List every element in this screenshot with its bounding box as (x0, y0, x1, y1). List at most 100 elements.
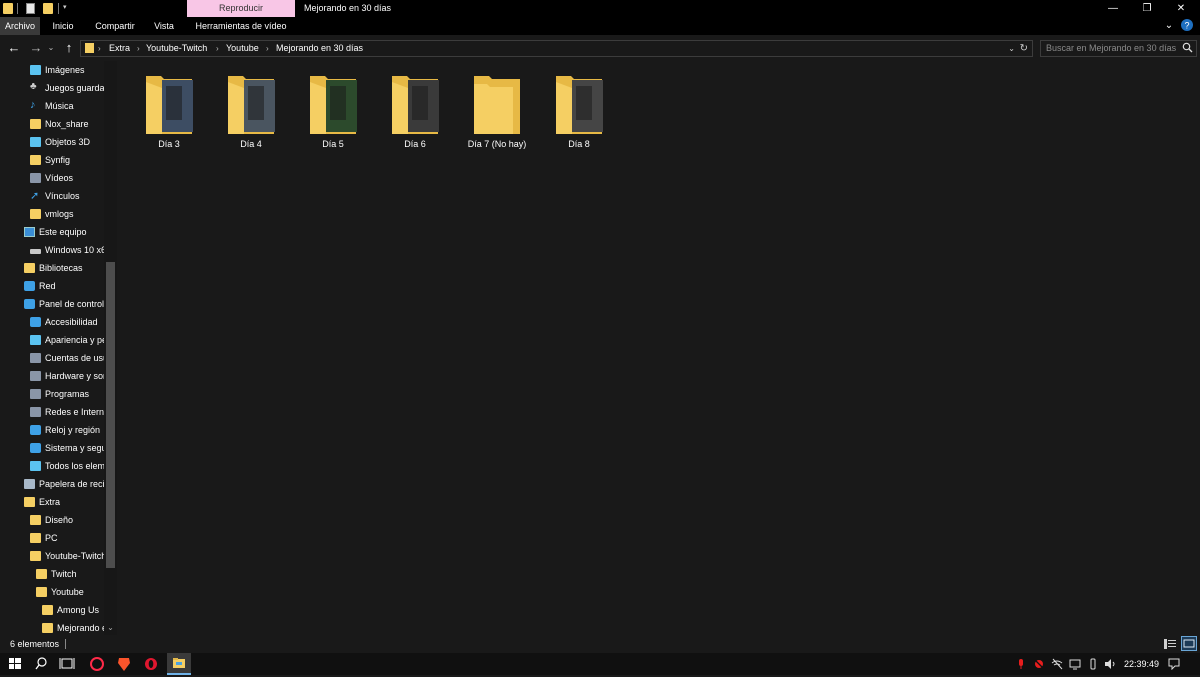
help-icon[interactable]: ? (1180, 18, 1194, 34)
nav-item[interactable]: Reloj y región (0, 421, 104, 439)
tab-herramientas-de-video[interactable]: Herramientas de vídeo (190, 17, 292, 35)
nav-item[interactable]: Papelera de reciclaje (0, 475, 104, 493)
breadcrumb-mejorando[interactable]: Mejorando en 30 días (276, 41, 363, 56)
toolbar-divider (58, 3, 59, 14)
webcam-icon[interactable] (1033, 658, 1045, 670)
folder-item[interactable]: Día 8 (540, 73, 618, 155)
hardware-sound-icon (30, 371, 41, 381)
nav-item[interactable]: Youtube-Twitch (0, 547, 104, 565)
properties-icon[interactable] (26, 3, 35, 14)
saved-games-icon: ♣ (30, 81, 37, 92)
folder-icon (392, 76, 439, 134)
nav-item[interactable]: Programas (0, 385, 104, 403)
nav-item[interactable]: Cuentas de usuario (0, 349, 104, 367)
nav-item[interactable]: Accesibilidad (0, 313, 104, 331)
breadcrumb-youtube[interactable]: Youtube (226, 41, 259, 56)
breadcrumb-youtube-twitch[interactable]: Youtube-Twitch (146, 41, 207, 56)
nav-item-label: Synfig (45, 155, 71, 165)
nav-item[interactable]: Windows 10 x64 (0, 241, 104, 259)
nav-item[interactable]: Panel de control (0, 295, 104, 313)
address-history-dropdown-icon[interactable]: ⌄ (1008, 41, 1015, 56)
contextual-tab-play[interactable]: Reproducir (187, 0, 295, 17)
tab-archivo[interactable]: Archivo (0, 17, 40, 35)
customize-quick-access-icon[interactable]: ▾ (63, 3, 71, 14)
nav-item-label: Diseño (45, 515, 74, 525)
search-taskbar-icon[interactable] (29, 653, 53, 675)
nav-item[interactable]: Youtube (0, 583, 104, 601)
folder-item[interactable]: Día 7 (No hay) (458, 73, 536, 155)
refresh-icon[interactable]: ↻ (1020, 41, 1028, 56)
nav-item[interactable]: ♪ Música (0, 97, 104, 115)
nav-item[interactable]: Synfig (0, 151, 104, 169)
nav-item[interactable]: Este equipo (0, 223, 104, 241)
nav-item[interactable]: Redes e Internet (0, 403, 104, 421)
search-icon[interactable] (1182, 42, 1193, 55)
details-view-button[interactable] (1164, 638, 1176, 650)
usb-device-icon[interactable] (1087, 658, 1099, 670)
nav-item[interactable]: Vídeos (0, 169, 104, 187)
nav-item[interactable]: Hardware y sonido (0, 367, 104, 385)
navigation-pane[interactable]: Imágenes ♣ Juegos guardados ♪ Música Nox_shar… (0, 61, 118, 635)
nav-item[interactable]: vmlogs (0, 205, 104, 223)
nav-item-label: Bibliotecas (39, 263, 83, 273)
nav-item[interactable]: Apariencia y personalización (0, 331, 104, 349)
search-input[interactable]: Buscar en Mejorando en 30 días (1040, 40, 1197, 57)
nav-item[interactable]: Diseño (0, 511, 104, 529)
nav-item[interactable]: ➚ Vínculos (0, 187, 104, 205)
tab-inicio[interactable]: Inicio (46, 17, 80, 35)
folder-item[interactable]: Día 4 (212, 73, 290, 155)
opera-gx-icon[interactable] (85, 653, 109, 675)
start-button[interactable] (3, 653, 27, 675)
network-status-icon[interactable] (1051, 658, 1063, 670)
nav-item[interactable]: Among Us (0, 601, 104, 619)
chevron-right-icon[interactable]: › (137, 41, 140, 56)
file-list[interactable]: Día 3 Día 4 Día 5 Día 6 Día 7 (No hay) Día 8 (118, 61, 1200, 635)
chevron-right-icon[interactable]: › (266, 41, 269, 56)
nav-item[interactable]: Imágenes (0, 61, 104, 79)
restore-button[interactable]: ❐ (1130, 0, 1164, 17)
opera-browser-icon[interactable] (139, 653, 163, 675)
minimize-button[interactable]: — (1096, 0, 1130, 17)
close-button[interactable]: ✕ (1164, 0, 1198, 17)
monitor-tray-icon[interactable] (1069, 658, 1081, 670)
nav-item[interactable]: Todos los elementos (0, 457, 104, 475)
back-button[interactable]: ← (5, 39, 23, 57)
brave-browser-icon[interactable] (112, 653, 136, 675)
nav-item-label: Imágenes (45, 65, 85, 75)
nav-item[interactable]: PC (0, 529, 104, 547)
nav-scrollbar-thumb[interactable] (106, 262, 115, 568)
new-folder-icon[interactable] (43, 3, 53, 14)
nav-item-label: Hardware y sonido (45, 371, 104, 381)
notifications-icon[interactable] (1168, 658, 1180, 671)
folder-item[interactable]: Día 5 (294, 73, 372, 155)
task-view-icon[interactable] (55, 653, 79, 675)
breadcrumb-extra[interactable]: Extra (109, 41, 130, 56)
nav-item[interactable]: Bibliotecas (0, 259, 104, 277)
tab-compartir[interactable]: Compartir (88, 17, 142, 35)
chevron-right-icon[interactable]: › (216, 41, 219, 56)
recent-locations-button[interactable]: ⌄ (42, 39, 60, 57)
nav-item[interactable]: Extra (0, 493, 104, 511)
scroll-down-icon[interactable]: ⌄ (104, 622, 117, 634)
large-icons-view-button[interactable] (1181, 636, 1197, 651)
nav-item[interactable]: Red (0, 277, 104, 295)
volume-icon[interactable] (1104, 658, 1116, 670)
nav-item-label: Programas (45, 389, 90, 399)
up-button[interactable]: ↑ (60, 39, 78, 57)
address-bar[interactable]: › Extra › Youtube-Twitch › Youtube › Mej… (80, 40, 1033, 57)
nav-item[interactable]: Nox_share (0, 115, 104, 133)
folder-item[interactable]: Día 6 (376, 73, 454, 155)
nav-item[interactable]: Mejorando en 30 días (0, 619, 104, 635)
nav-item-label: Cuentas de usuario (45, 353, 104, 363)
folder-item[interactable]: Día 3 (130, 73, 208, 155)
nav-item[interactable]: Twitch (0, 565, 104, 583)
nav-item[interactable]: Sistema y seguridad (0, 439, 104, 457)
microphone-icon[interactable] (1015, 658, 1027, 670)
tab-vista[interactable]: Vista (148, 17, 180, 35)
file-explorer-taskbar-icon[interactable] (167, 653, 191, 675)
chevron-right-icon[interactable]: › (98, 41, 101, 56)
taskbar-clock[interactable]: 22:39:49 (1124, 653, 1159, 675)
nav-item[interactable]: Objetos 3D (0, 133, 104, 151)
nav-item[interactable]: ♣ Juegos guardados (0, 79, 104, 97)
expand-ribbon-icon[interactable]: ⌄ (1162, 18, 1176, 34)
